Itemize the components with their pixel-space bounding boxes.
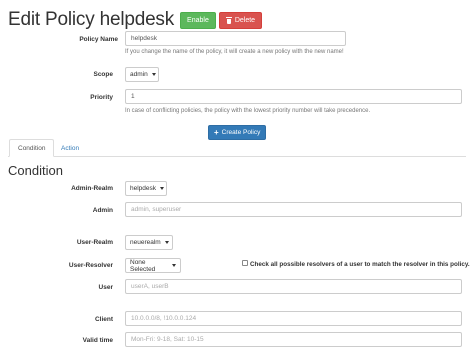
client-input[interactable]: 10.0.0.0/8, !10.0.0.124 — [125, 311, 462, 326]
delete-button-label: Delete — [234, 16, 256, 24]
user-input[interactable]: userA, userB — [125, 279, 462, 294]
policy-name-input[interactable]: helpdesk — [125, 31, 346, 46]
condition-section-title: Condition — [8, 163, 63, 178]
client-label: Client — [94, 316, 113, 323]
priority-label: Priority — [90, 94, 113, 101]
page-header: Edit Policy helpdesk Enable Delete — [8, 9, 263, 31]
scope-select[interactable]: admin — [125, 67, 159, 82]
user-resolver-select[interactable]: None Selected — [125, 258, 181, 273]
user-resolver-value: None Selected — [130, 258, 156, 273]
user-resolver-label: User-Resolver — [68, 262, 113, 269]
delete-button[interactable]: Delete — [218, 11, 263, 29]
valid-time-label: Valid time — [82, 337, 113, 344]
user-realm-select[interactable]: neuerealm — [125, 235, 173, 250]
edit-policy-page: Edit Policy helpdesk Enable Delete Polic… — [0, 0, 474, 351]
user-realm-value: neuerealm — [130, 239, 161, 246]
user-label: User — [98, 284, 113, 291]
admin-realm-select[interactable]: helpdesk — [125, 181, 167, 196]
admin-label: Admin — [92, 207, 113, 214]
priority-help: In case of conflicting policies, the pol… — [125, 108, 371, 114]
create-policy-label: Create Policy — [221, 129, 261, 136]
admin-realm-label: Admin-Realm — [71, 185, 113, 192]
caret-down-icon — [151, 73, 156, 76]
caret-down-icon — [164, 241, 169, 244]
enable-button[interactable]: Enable — [180, 11, 216, 29]
admin-input[interactable]: admin, superuser — [125, 202, 462, 217]
policy-tabs: Condition Action — [8, 139, 466, 157]
caret-down-icon — [160, 187, 165, 190]
tab-action[interactable]: Action — [53, 139, 87, 157]
create-policy-button[interactable]: + Create Policy — [208, 125, 267, 140]
policy-name-label: Policy Name — [79, 36, 118, 43]
caret-down-icon — [172, 264, 176, 267]
scope-label: Scope — [93, 71, 113, 78]
tab-condition[interactable]: Condition — [9, 139, 55, 157]
priority-input[interactable]: 1 — [125, 89, 462, 104]
page-title: Edit Policy helpdesk — [8, 9, 175, 30]
user-realm-label: User-Realm — [76, 239, 113, 246]
policy-name-help: If you change the name of the policy, it… — [125, 49, 344, 55]
check-all-resolvers-label: Check all possible resolvers of a user t… — [250, 261, 470, 268]
scope-select-value: admin — [130, 71, 148, 78]
valid-time-input[interactable]: Mon-Fri: 9-18, Sat: 10-15 — [125, 332, 462, 347]
plus-icon: + — [214, 127, 219, 137]
admin-realm-value: helpdesk — [130, 185, 157, 192]
check-all-resolvers-checkbox[interactable] — [242, 260, 248, 266]
trash-icon — [225, 16, 232, 24]
